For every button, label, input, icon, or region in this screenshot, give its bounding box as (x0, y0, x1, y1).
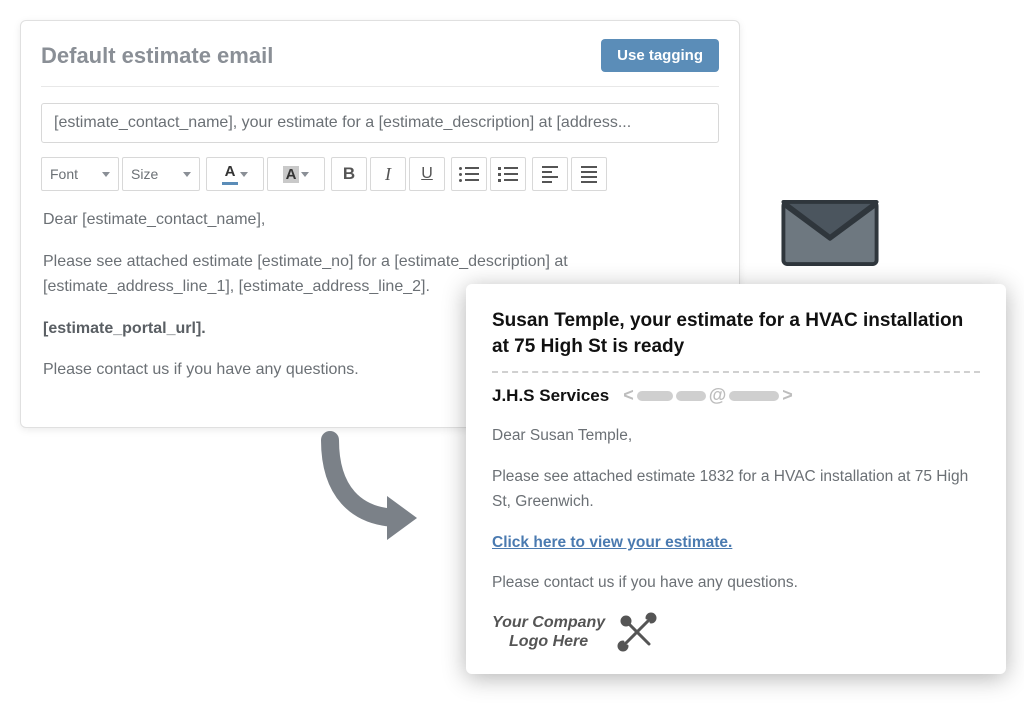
use-tagging-button[interactable]: Use tagging (601, 39, 719, 72)
from-email-placeholder: <@> (623, 385, 793, 406)
font-select-label: Font (50, 166, 78, 182)
preview-subject: Susan Temple, your estimate for a HVAC i… (492, 308, 980, 359)
dashed-divider (492, 371, 980, 373)
preview-greeting: Dear Susan Temple, (492, 424, 980, 449)
curved-arrow-icon (305, 430, 425, 545)
email-preview: Susan Temple, your estimate for a HVAC i… (466, 284, 1006, 674)
rich-text-toolbar: Font Size A A (41, 157, 719, 191)
tools-icon (617, 612, 657, 652)
view-estimate-link[interactable]: Click here to view your estimate. (492, 531, 732, 556)
underline-button[interactable]: U (409, 157, 445, 191)
editor-header: Default estimate email Use tagging (41, 39, 719, 72)
preview-body: Dear Susan Temple, Please see attached e… (492, 424, 980, 652)
italic-button[interactable]: I (370, 157, 406, 191)
bold-icon: B (343, 164, 355, 184)
logo-text-line2: Logo Here (492, 632, 605, 651)
align-left-icon (542, 166, 558, 183)
chevron-down-icon (183, 172, 191, 177)
chevron-down-icon (102, 172, 110, 177)
bullet-list-button[interactable] (451, 157, 487, 191)
highlight-color-button[interactable]: A (267, 157, 325, 191)
size-select[interactable]: Size (122, 157, 200, 191)
numbered-list-icon (498, 167, 518, 182)
company-logo-placeholder: Your Company Logo Here (492, 612, 980, 652)
align-justify-button[interactable] (571, 157, 607, 191)
font-select[interactable]: Font (41, 157, 119, 191)
from-name: J.H.S Services (492, 386, 609, 406)
body-greeting: Dear [estimate_contact_name], (43, 207, 717, 233)
preview-closing: Please contact us if you have any questi… (492, 571, 980, 596)
highlight-glyph: A (283, 166, 300, 183)
envelope-icon (781, 200, 879, 266)
text-color-swatch (222, 182, 238, 185)
from-row: J.H.S Services <@> (492, 385, 980, 406)
chevron-down-icon (240, 172, 248, 177)
underline-icon: U (421, 165, 433, 183)
text-color-button[interactable]: A (206, 157, 264, 191)
italic-icon: I (385, 164, 391, 185)
size-select-label: Size (131, 166, 158, 182)
bullet-list-icon (459, 167, 479, 182)
editor-title: Default estimate email (41, 43, 273, 69)
logo-text-line1: Your Company (492, 613, 605, 632)
align-left-button[interactable] (532, 157, 568, 191)
preview-para1: Please see attached estimate 1832 for a … (492, 465, 980, 515)
bold-button[interactable]: B (331, 157, 367, 191)
align-justify-icon (581, 166, 597, 183)
divider (41, 86, 719, 87)
subject-input[interactable] (41, 103, 719, 143)
text-color-glyph: A (225, 163, 236, 180)
chevron-down-icon (301, 172, 309, 177)
numbered-list-button[interactable] (490, 157, 526, 191)
